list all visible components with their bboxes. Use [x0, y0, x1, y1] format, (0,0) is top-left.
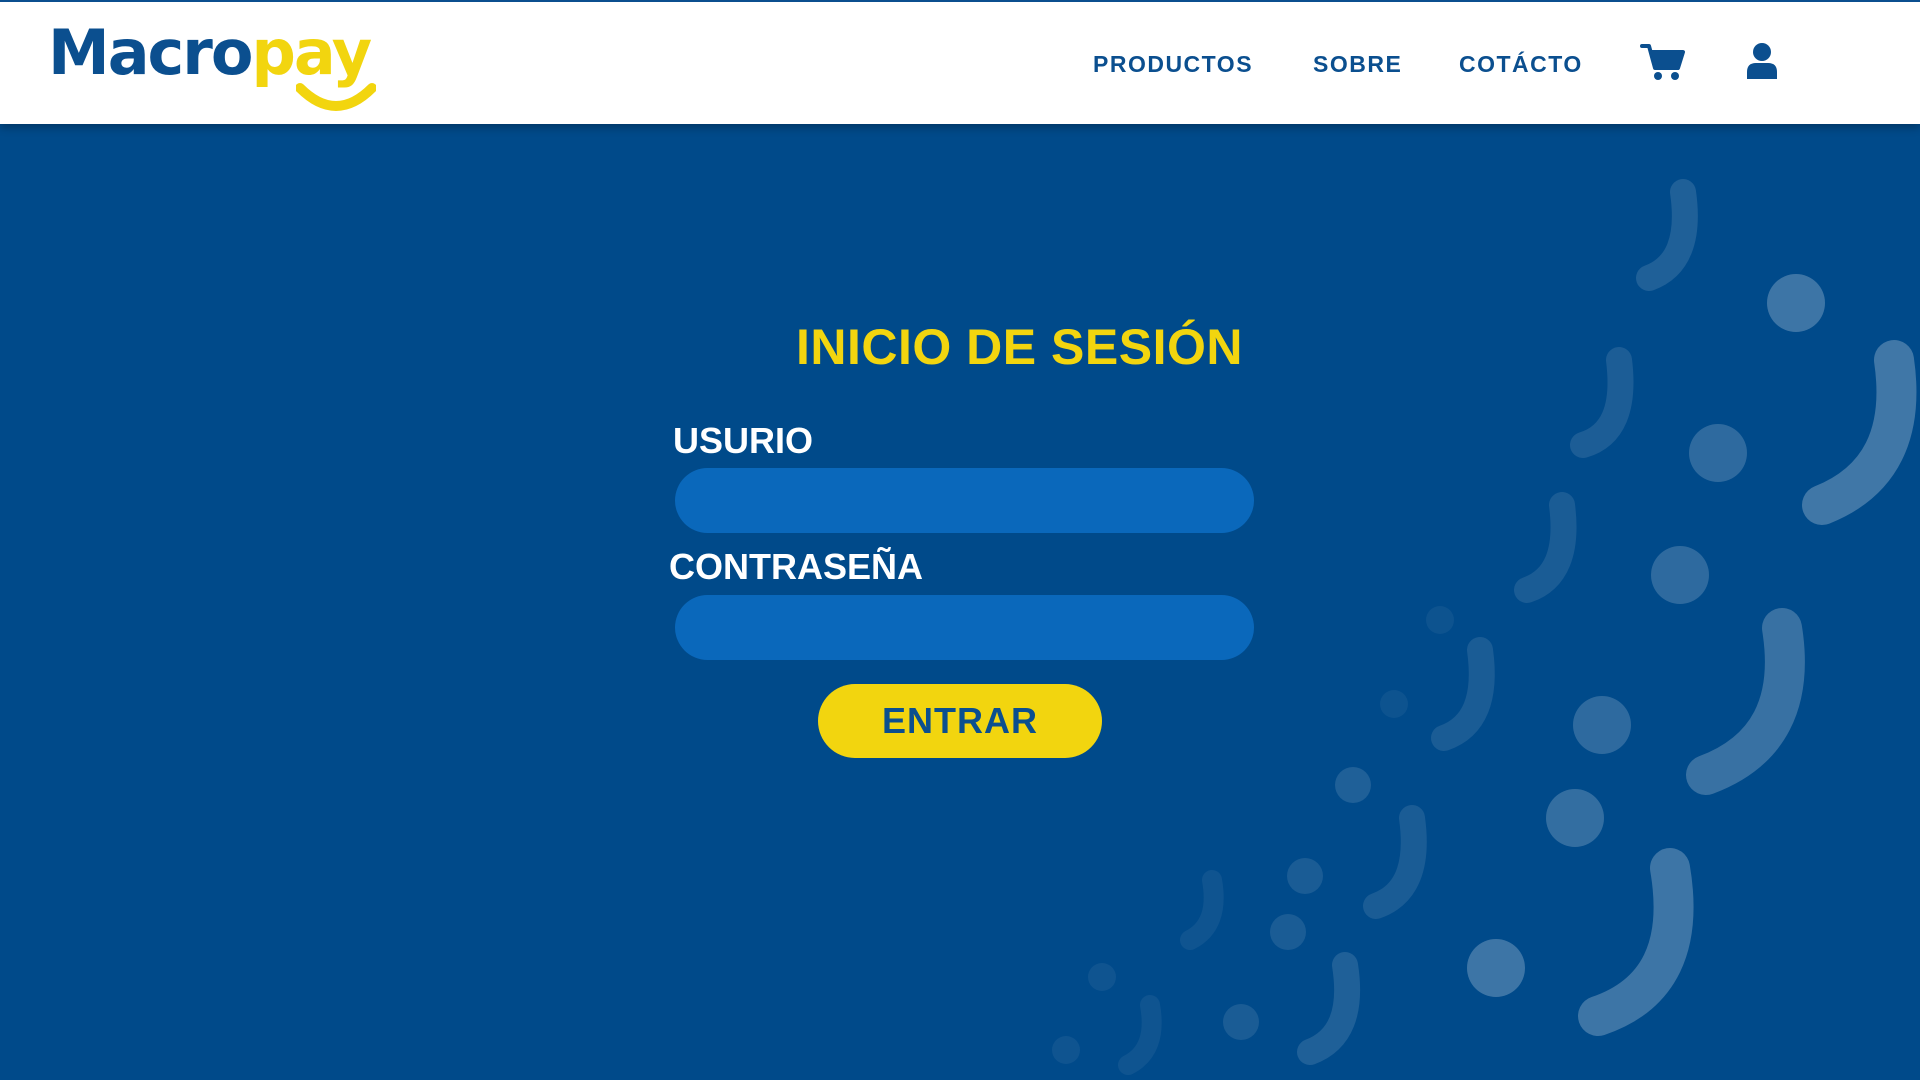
login-title: INICIO DE SESIÓN — [796, 319, 1243, 375]
macropay-logo[interactable]: Macro pay — [48, 16, 376, 111]
top-navigation-bar: Macro pay PRODUCTOS SOBRE COTÁCTO — [0, 0, 1920, 124]
username-input[interactable] — [675, 468, 1254, 533]
entrar-button[interactable]: ENTRAR — [818, 684, 1102, 758]
nav-link-productos[interactable]: PRODUCTOS — [1093, 51, 1253, 78]
login-form: INICIO DE SESIÓN USURIO CONTRASEÑA ENTRA… — [0, 0, 1920, 1080]
password-label: CONTRASEÑA — [669, 546, 924, 587]
logo-smile-icon — [296, 83, 376, 111]
cart-icon[interactable] — [1640, 42, 1686, 87]
username-label: USURIO — [673, 420, 814, 461]
logo-text-pay: pay — [251, 16, 372, 89]
user-icon[interactable] — [1746, 42, 1778, 85]
password-input[interactable] — [675, 595, 1254, 660]
nav-link-sobre[interactable]: SOBRE — [1313, 51, 1402, 78]
logo-wordmark: Macro pay — [48, 16, 372, 89]
logo-text-macro: Macro — [48, 16, 253, 89]
nav-link-contacto[interactable]: COTÁCTO — [1459, 51, 1583, 78]
